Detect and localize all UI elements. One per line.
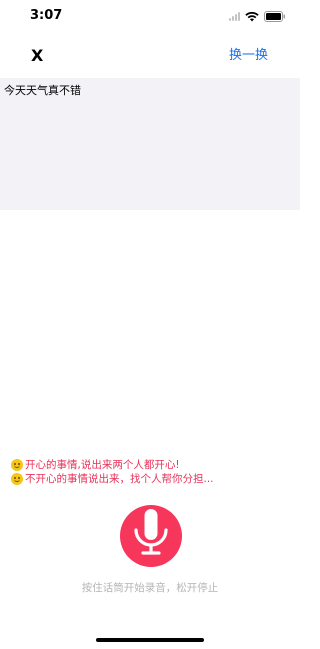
- close-button[interactable]: X: [31, 46, 43, 66]
- tip-text: 不开心的事情说出来，找个人帮你分担...: [25, 473, 214, 485]
- screen: 3:07 X 换一换 今天天气真不错 开心的事情,说出来两个人都开心! 不开心的…: [0, 0, 300, 649]
- microphone-button[interactable]: [120, 505, 182, 567]
- home-indicator[interactable]: [96, 638, 204, 642]
- signal-icon: [229, 12, 240, 21]
- hint-text: 按住话筒开始录音，松开停止: [81, 582, 219, 594]
- status-icons: [229, 11, 286, 22]
- microphone-icon: [134, 509, 168, 555]
- tip-line: 开心的事情,说出来两个人都开心!: [11, 458, 291, 472]
- wifi-icon: [245, 11, 259, 22]
- tip-text: 开心的事情,说出来两个人都开心!: [25, 459, 180, 471]
- text-content: 今天天气真不错: [4, 84, 81, 97]
- battery-icon: [264, 11, 286, 22]
- tips: 开心的事情,说出来两个人都开心! 不开心的事情说出来，找个人帮你分担...: [11, 458, 291, 486]
- cry-laugh-emoji-icon: [11, 473, 23, 485]
- smile-emoji-icon: [11, 459, 23, 471]
- nav-bar: X 换一换: [0, 34, 300, 78]
- tip-line: 不开心的事情说出来，找个人帮你分担...: [11, 472, 291, 486]
- status-bar: 3:07: [0, 0, 300, 34]
- status-time: 3:07: [30, 8, 63, 23]
- switch-button[interactable]: 换一换: [229, 47, 268, 65]
- text-panel[interactable]: 今天天气真不错: [0, 78, 300, 210]
